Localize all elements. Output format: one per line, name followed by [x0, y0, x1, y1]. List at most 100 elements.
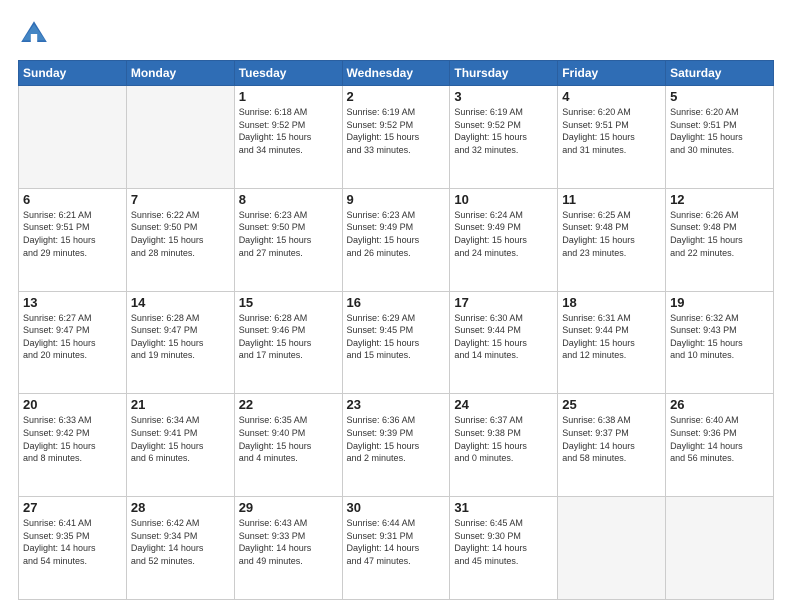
day-number: 29 [239, 500, 338, 515]
day-info: Sunrise: 6:23 AMSunset: 9:49 PMDaylight:… [347, 209, 446, 259]
week-row-3: 13 Sunrise: 6:27 AMSunset: 9:47 PMDayligh… [19, 291, 774, 394]
calendar-cell: 6 Sunrise: 6:21 AMSunset: 9:51 PMDaylight… [19, 188, 127, 291]
calendar-cell [126, 86, 234, 189]
calendar-cell: 22 Sunrise: 6:35 AMSunset: 9:40 PMDayligh… [234, 394, 342, 497]
day-info: Sunrise: 6:20 AMSunset: 9:51 PMDaylight:… [562, 106, 661, 156]
day-info: Sunrise: 6:28 AMSunset: 9:47 PMDaylight:… [131, 312, 230, 362]
calendar-cell: 21 Sunrise: 6:34 AMSunset: 9:41 PMDayligh… [126, 394, 234, 497]
day-info: Sunrise: 6:21 AMSunset: 9:51 PMDaylight:… [23, 209, 122, 259]
day-info: Sunrise: 6:36 AMSunset: 9:39 PMDaylight:… [347, 414, 446, 464]
day-number: 25 [562, 397, 661, 412]
day-number: 22 [239, 397, 338, 412]
day-info: Sunrise: 6:43 AMSunset: 9:33 PMDaylight:… [239, 517, 338, 567]
weekday-header-thursday: Thursday [450, 61, 558, 86]
calendar-cell: 25 Sunrise: 6:38 AMSunset: 9:37 PMDayligh… [558, 394, 666, 497]
day-number: 8 [239, 192, 338, 207]
day-number: 18 [562, 295, 661, 310]
day-info: Sunrise: 6:19 AMSunset: 9:52 PMDaylight:… [347, 106, 446, 156]
day-number: 21 [131, 397, 230, 412]
day-info: Sunrise: 6:28 AMSunset: 9:46 PMDaylight:… [239, 312, 338, 362]
weekday-header-row: SundayMondayTuesdayWednesdayThursdayFrid… [19, 61, 774, 86]
weekday-header-monday: Monday [126, 61, 234, 86]
day-number: 20 [23, 397, 122, 412]
calendar-cell: 23 Sunrise: 6:36 AMSunset: 9:39 PMDayligh… [342, 394, 450, 497]
calendar-cell: 14 Sunrise: 6:28 AMSunset: 9:47 PMDayligh… [126, 291, 234, 394]
day-number: 24 [454, 397, 553, 412]
day-number: 9 [347, 192, 446, 207]
day-info: Sunrise: 6:34 AMSunset: 9:41 PMDaylight:… [131, 414, 230, 464]
calendar-cell: 26 Sunrise: 6:40 AMSunset: 9:36 PMDayligh… [666, 394, 774, 497]
day-number: 14 [131, 295, 230, 310]
day-info: Sunrise: 6:45 AMSunset: 9:30 PMDaylight:… [454, 517, 553, 567]
day-info: Sunrise: 6:35 AMSunset: 9:40 PMDaylight:… [239, 414, 338, 464]
day-number: 5 [670, 89, 769, 104]
calendar-cell: 8 Sunrise: 6:23 AMSunset: 9:50 PMDaylight… [234, 188, 342, 291]
day-number: 27 [23, 500, 122, 515]
calendar-cell: 9 Sunrise: 6:23 AMSunset: 9:49 PMDaylight… [342, 188, 450, 291]
day-number: 30 [347, 500, 446, 515]
day-number: 10 [454, 192, 553, 207]
calendar-cell: 27Sunrise: 6:41 AMSunset: 9:35 PMDayligh… [19, 497, 127, 600]
day-info: Sunrise: 6:27 AMSunset: 9:47 PMDaylight:… [23, 312, 122, 362]
calendar-cell: 31 Sunrise: 6:45 AMSunset: 9:30 PMDayligh… [450, 497, 558, 600]
logo [18, 18, 54, 50]
calendar-cell: 17 Sunrise: 6:30 AMSunset: 9:44 PMDayligh… [450, 291, 558, 394]
day-info: Sunrise: 6:22 AMSunset: 9:50 PMDaylight:… [131, 209, 230, 259]
day-info: Sunrise: 6:24 AMSunset: 9:49 PMDaylight:… [454, 209, 553, 259]
day-info: Sunrise: 6:42 AMSunset: 9:34 PMDaylight:… [131, 517, 230, 567]
day-number: 7 [131, 192, 230, 207]
calendar-cell [19, 86, 127, 189]
day-number: 6 [23, 192, 122, 207]
day-number: 15 [239, 295, 338, 310]
week-row-5: 27Sunrise: 6:41 AMSunset: 9:35 PMDayligh… [19, 497, 774, 600]
calendar-cell: 3Sunrise: 6:19 AMSunset: 9:52 PMDaylight… [450, 86, 558, 189]
weekday-header-saturday: Saturday [666, 61, 774, 86]
day-info: Sunrise: 6:29 AMSunset: 9:45 PMDaylight:… [347, 312, 446, 362]
day-info: Sunrise: 6:25 AMSunset: 9:48 PMDaylight:… [562, 209, 661, 259]
calendar-cell: 16 Sunrise: 6:29 AMSunset: 9:45 PMDayligh… [342, 291, 450, 394]
day-info: Sunrise: 6:32 AMSunset: 9:43 PMDaylight:… [670, 312, 769, 362]
day-number: 2 [347, 89, 446, 104]
day-info: Sunrise: 6:26 AMSunset: 9:48 PMDaylight:… [670, 209, 769, 259]
day-info: Sunrise: 6:31 AMSunset: 9:44 PMDaylight:… [562, 312, 661, 362]
calendar: SundayMondayTuesdayWednesdayThursdayFrid… [18, 60, 774, 600]
calendar-cell: 15 Sunrise: 6:28 AMSunset: 9:46 PMDayligh… [234, 291, 342, 394]
day-info: Sunrise: 6:30 AMSunset: 9:44 PMDaylight:… [454, 312, 553, 362]
calendar-cell: 28Sunrise: 6:42 AMSunset: 9:34 PMDayligh… [126, 497, 234, 600]
day-number: 11 [562, 192, 661, 207]
day-info: Sunrise: 6:37 AMSunset: 9:38 PMDaylight:… [454, 414, 553, 464]
weekday-header-wednesday: Wednesday [342, 61, 450, 86]
calendar-cell: 30 Sunrise: 6:44 AMSunset: 9:31 PMDayligh… [342, 497, 450, 600]
calendar-cell [558, 497, 666, 600]
logo-icon [18, 18, 50, 50]
day-number: 16 [347, 295, 446, 310]
day-info: Sunrise: 6:20 AMSunset: 9:51 PMDaylight:… [670, 106, 769, 156]
calendar-cell: 2 Sunrise: 6:19 AMSunset: 9:52 PMDaylight… [342, 86, 450, 189]
page: SundayMondayTuesdayWednesdayThursdayFrid… [0, 0, 792, 612]
day-number: 23 [347, 397, 446, 412]
week-row-4: 20 Sunrise: 6:33 AMSunset: 9:42 PMDayligh… [19, 394, 774, 497]
calendar-cell: 10 Sunrise: 6:24 AMSunset: 9:49 PMDayligh… [450, 188, 558, 291]
calendar-cell: 1Sunrise: 6:18 AMSunset: 9:52 PMDaylight… [234, 86, 342, 189]
day-number: 13 [23, 295, 122, 310]
weekday-header-tuesday: Tuesday [234, 61, 342, 86]
day-info: Sunrise: 6:33 AMSunset: 9:42 PMDaylight:… [23, 414, 122, 464]
header [18, 18, 774, 50]
calendar-cell: 4 Sunrise: 6:20 AMSunset: 9:51 PMDaylight… [558, 86, 666, 189]
day-number: 31 [454, 500, 553, 515]
day-info: Sunrise: 6:44 AMSunset: 9:31 PMDaylight:… [347, 517, 446, 567]
weekday-header-friday: Friday [558, 61, 666, 86]
day-number: 17 [454, 295, 553, 310]
calendar-cell: 5 Sunrise: 6:20 AMSunset: 9:51 PMDaylight… [666, 86, 774, 189]
day-info: Sunrise: 6:40 AMSunset: 9:36 PMDaylight:… [670, 414, 769, 464]
calendar-cell: 29 Sunrise: 6:43 AMSunset: 9:33 PMDayligh… [234, 497, 342, 600]
calendar-cell: 11 Sunrise: 6:25 AMSunset: 9:48 PMDayligh… [558, 188, 666, 291]
day-number: 4 [562, 89, 661, 104]
day-info: Sunrise: 6:23 AMSunset: 9:50 PMDaylight:… [239, 209, 338, 259]
calendar-cell: 12 Sunrise: 6:26 AMSunset: 9:48 PMDayligh… [666, 188, 774, 291]
day-number: 26 [670, 397, 769, 412]
day-number: 12 [670, 192, 769, 207]
calendar-cell: 13 Sunrise: 6:27 AMSunset: 9:47 PMDayligh… [19, 291, 127, 394]
week-row-2: 6 Sunrise: 6:21 AMSunset: 9:51 PMDaylight… [19, 188, 774, 291]
day-info: Sunrise: 6:38 AMSunset: 9:37 PMDaylight:… [562, 414, 661, 464]
